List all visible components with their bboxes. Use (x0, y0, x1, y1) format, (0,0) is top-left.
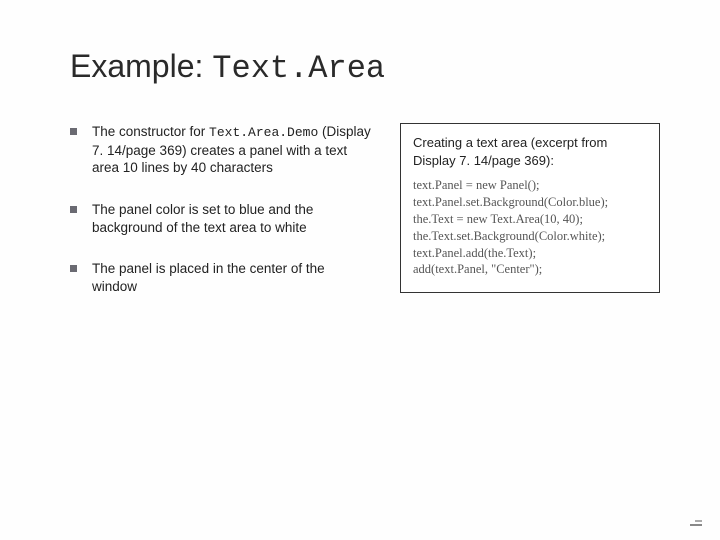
bullet-item: The panel color is set to blue and the b… (70, 201, 372, 236)
code-line: add(text.Panel, "Center"); (413, 261, 647, 278)
code-line: text.Panel.add(the.Text); (413, 245, 647, 262)
title-code: Text.Area (212, 50, 385, 87)
slide: Example: Text.Area The constructor for T… (0, 0, 720, 540)
code-line: the.Text.set.Background(Color.white); (413, 228, 647, 245)
code-line: text.Panel.set.Background(Color.blue); (413, 194, 647, 211)
bullet-text: The panel color is set to blue and the b… (92, 202, 313, 235)
code-box: Creating a text area (excerpt from Displ… (400, 123, 660, 293)
left-column: The constructor for Text.Area.Demo (Disp… (70, 123, 372, 319)
right-column: Creating a text area (excerpt from Displ… (400, 123, 660, 319)
code-line: text.Panel = new Panel(); (413, 177, 647, 194)
bullet-list: The constructor for Text.Area.Demo (Disp… (70, 123, 372, 295)
bullet-item: The constructor for Text.Area.Demo (Disp… (70, 123, 372, 177)
corner-decor-icon (686, 516, 702, 526)
columns: The constructor for Text.Area.Demo (Disp… (70, 123, 660, 319)
title-prefix: Example: (70, 48, 212, 84)
slide-title: Example: Text.Area (70, 48, 660, 87)
bullet-icon (70, 206, 77, 213)
bullet-icon (70, 265, 77, 272)
bullet-text: The panel is placed in the center of the… (92, 261, 325, 294)
code-line: the.Text = new Text.Area(10, 40); (413, 211, 647, 228)
bullet-item: The panel is placed in the center of the… (70, 260, 372, 295)
bullet-text: The constructor for (92, 124, 209, 139)
code-lines: text.Panel = new Panel(); text.Panel.set… (413, 177, 647, 278)
code-caption: Creating a text area (excerpt from Displ… (413, 134, 647, 169)
bullet-code: Text.Area.Demo (209, 125, 318, 140)
bullet-icon (70, 128, 77, 135)
